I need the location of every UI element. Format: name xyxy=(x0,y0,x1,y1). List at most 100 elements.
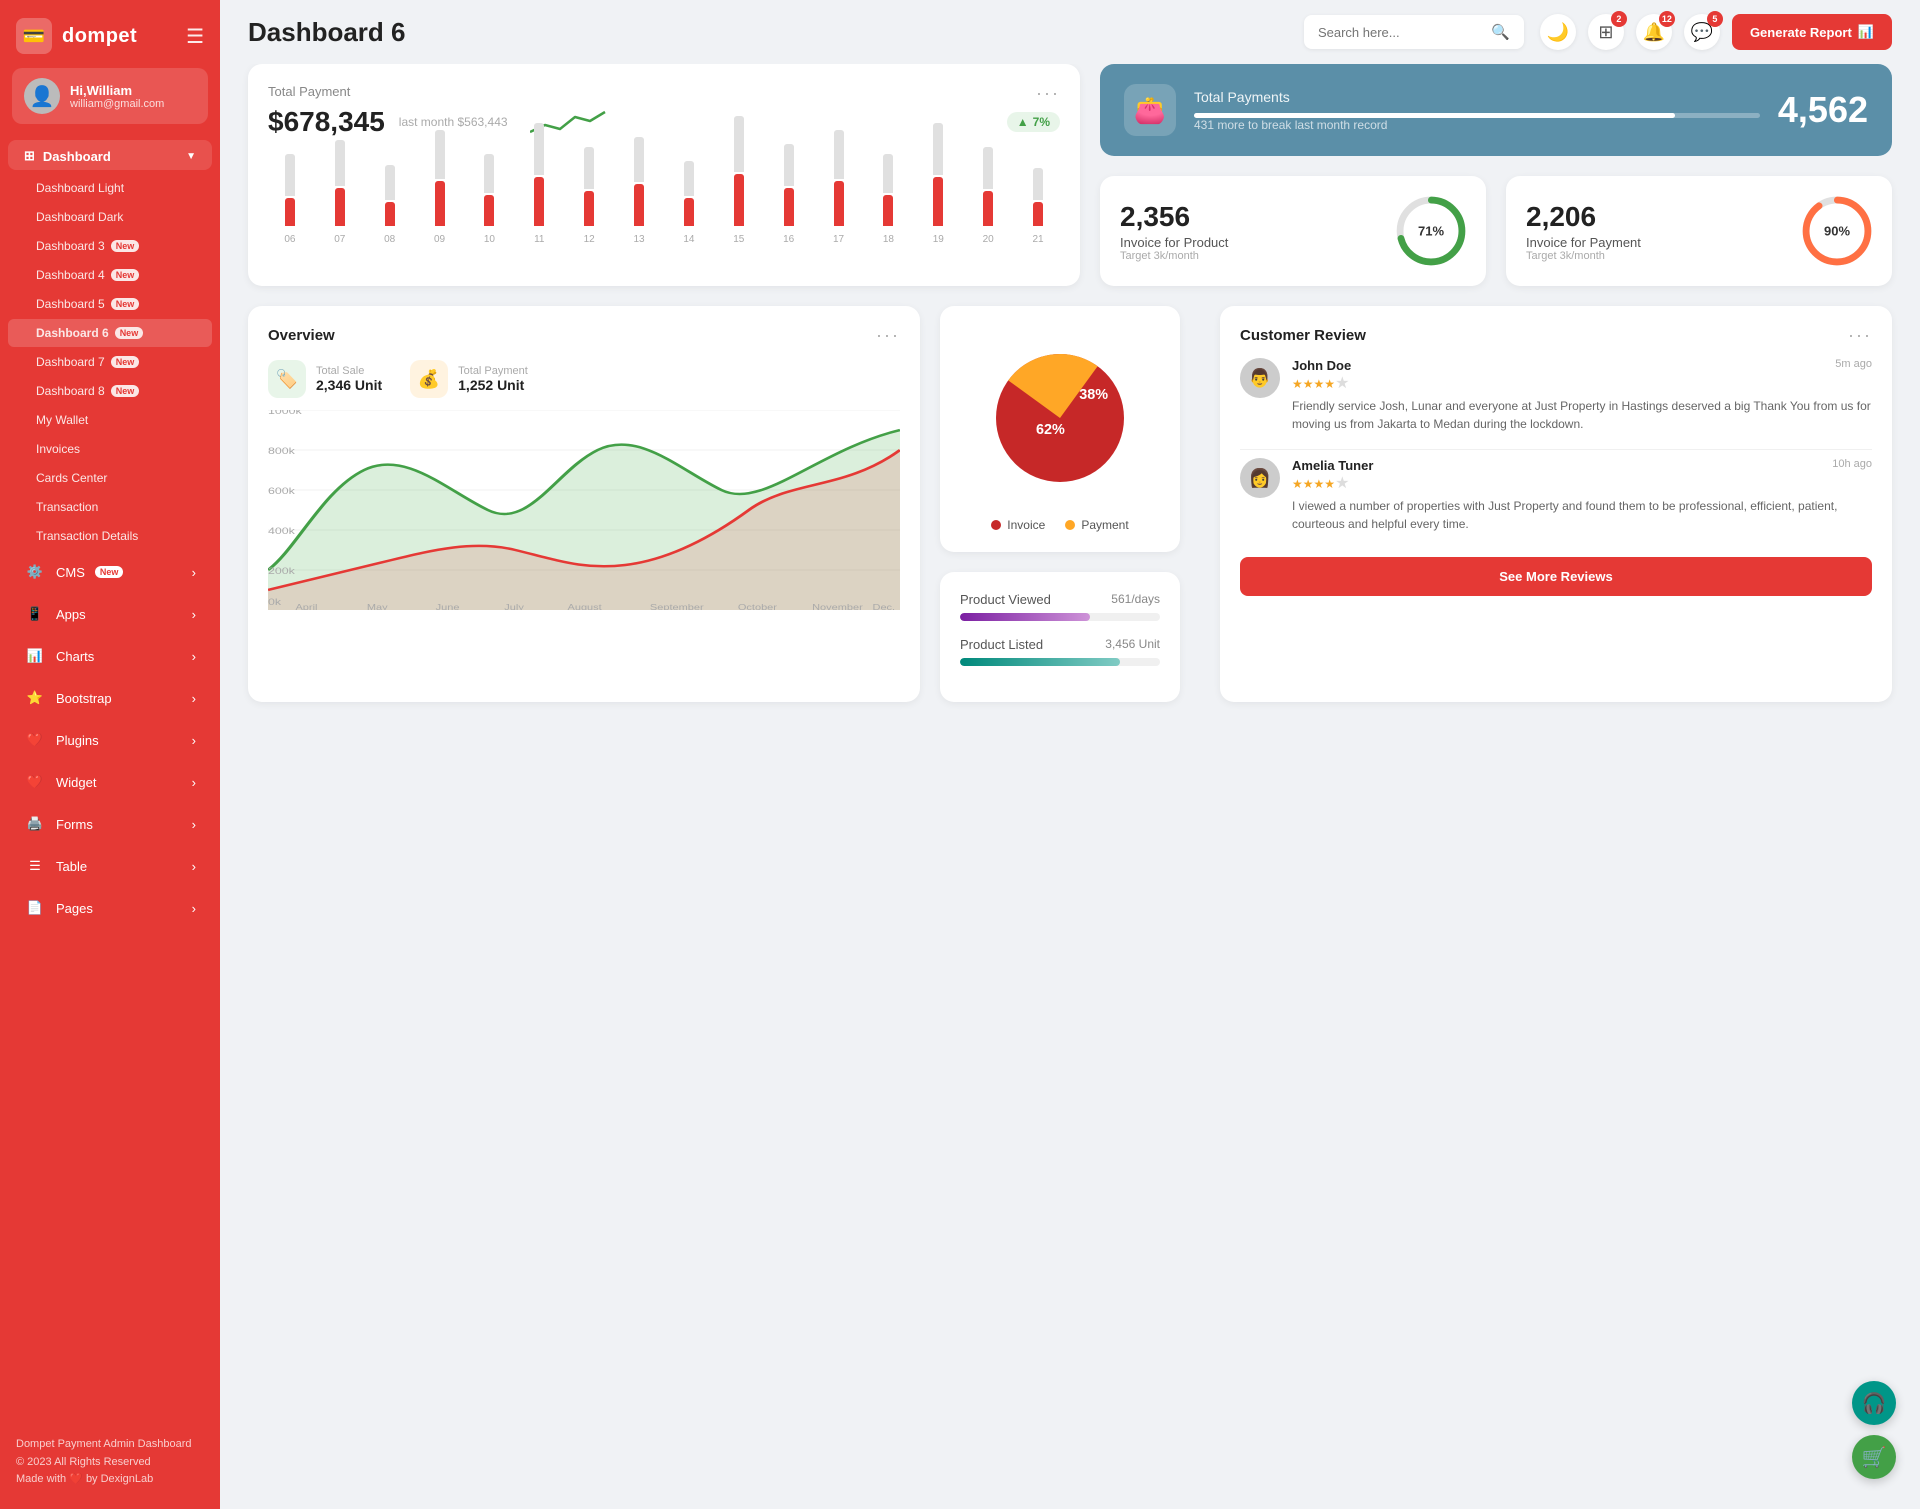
support-float-btn[interactable]: 🎧 xyxy=(1852,1381,1896,1425)
bar-red xyxy=(933,177,943,226)
pages-icon: 📄 xyxy=(24,897,46,919)
bar-label: 19 xyxy=(916,234,960,245)
bar-red xyxy=(634,184,644,226)
sidebar-item-widget[interactable]: ❤️ Widget › xyxy=(8,762,212,802)
sidebar-nav: ⊞ Dashboard ▼ Dashboard LightDashboard D… xyxy=(0,136,220,1420)
review-meta: John Doe 5m ago xyxy=(1292,358,1872,373)
blue-card-number: 4,562 xyxy=(1778,89,1868,131)
pie-chart: 62% 38% xyxy=(980,338,1140,498)
product-listed-value: 3,456 Unit xyxy=(1105,637,1160,652)
nav-label: Dashboard 7 xyxy=(36,355,105,369)
plugins-icon: ❤️ xyxy=(24,729,46,751)
bar-label: 10 xyxy=(468,234,512,245)
svg-text:0k: 0k xyxy=(268,598,282,608)
sidebar-item-dashboard-light[interactable]: Dashboard Light xyxy=(8,174,212,202)
search-input[interactable] xyxy=(1318,25,1483,40)
product-viewed-stat: Product Viewed 561/days xyxy=(960,592,1160,621)
star-empty-icon: ★ xyxy=(1335,475,1349,492)
bar-red xyxy=(335,188,345,227)
bar-gray xyxy=(484,154,494,193)
chevron-right-icon: › xyxy=(192,649,196,664)
nav-main-label: Table xyxy=(56,859,87,874)
bar-label: 08 xyxy=(368,234,412,245)
see-more-label: See More Reviews xyxy=(1499,569,1612,584)
sidebar-item-cards-center[interactable]: Cards Center xyxy=(8,464,212,492)
bar-red xyxy=(883,195,893,227)
sidebar-item-dashboard-dark[interactable]: Dashboard Dark xyxy=(8,203,212,231)
sidebar-item-dashboard-6[interactable]: Dashboard 6New xyxy=(8,319,212,347)
bar-group xyxy=(916,123,960,227)
sidebar-item-table[interactable]: ☰ Table › xyxy=(8,846,212,886)
cart-float-btn[interactable]: 🛒 xyxy=(1852,1435,1896,1479)
footer-line2: © 2023 All Rights Reserved xyxy=(16,1454,204,1472)
total-payment-more-btn[interactable]: ··· xyxy=(1036,84,1060,102)
sidebar-logo: 💳 dompet ☰ xyxy=(0,0,220,68)
notifications-btn[interactable]: 🔔 12 xyxy=(1636,14,1672,50)
sidebar-item-bootstrap[interactable]: ⭐ Bootstrap › xyxy=(8,678,212,718)
dashboard-grid-icon: ⊞ xyxy=(24,148,35,164)
apps-btn[interactable]: ⊞ 2 xyxy=(1588,14,1624,50)
sidebar-item-dashboard-5[interactable]: Dashboard 5New xyxy=(8,290,212,318)
bar-label: 15 xyxy=(717,234,761,245)
sidebar-item-plugins[interactable]: ❤️ Plugins › xyxy=(8,720,212,760)
sidebar-item-apps[interactable]: 📱 Apps › xyxy=(8,594,212,634)
nav-label: Transaction xyxy=(36,500,98,514)
invoice-row: 2,356 Invoice for Product Target 3k/mont… xyxy=(1100,176,1892,286)
review-text: I viewed a number of properties with Jus… xyxy=(1292,497,1872,533)
sidebar-item-cms[interactable]: ⚙️ CMS New › xyxy=(8,552,212,592)
review-items: 👨 John Doe 5m ago ★★★★★ Friendly service… xyxy=(1240,358,1872,533)
nav-label: Dashboard 5 xyxy=(36,297,105,311)
product-viewed-fill xyxy=(960,613,1090,621)
sidebar-item-transaction[interactable]: Transaction xyxy=(8,493,212,521)
bar-red xyxy=(734,174,744,227)
reviewer-name: John Doe xyxy=(1292,358,1351,373)
review-stars: ★★★★★ xyxy=(1292,473,1872,493)
generate-report-button[interactable]: Generate Report 📊 xyxy=(1732,14,1892,50)
sidebar-item-pages[interactable]: 📄 Pages › xyxy=(8,888,212,928)
product-viewed-label: Product Viewed xyxy=(960,592,1051,607)
sidebar-item-transaction-details[interactable]: Transaction Details xyxy=(8,522,212,550)
bar-label: 17 xyxy=(817,234,861,245)
pie-legend: Invoice Payment xyxy=(991,518,1128,532)
review-avatar: 👨 xyxy=(1240,358,1280,398)
footer-line3: Made with ❤️ by DexignLab xyxy=(16,1471,204,1489)
sidebar-item-dashboard-8[interactable]: Dashboard 8New xyxy=(8,377,212,405)
invoice-product-label: Invoice for Product xyxy=(1120,235,1382,250)
svg-text:400k: 400k xyxy=(268,527,295,537)
new-badge: New xyxy=(111,269,140,281)
invoice-payment-label: Invoice for Payment xyxy=(1526,235,1788,250)
bootstrap-icon: ⭐ xyxy=(24,687,46,709)
bar-gray xyxy=(335,140,345,186)
theme-toggle-btn[interactable]: 🌙 xyxy=(1540,14,1576,50)
bar-gray xyxy=(1033,168,1043,200)
sidebar-item-invoices[interactable]: Invoices xyxy=(8,435,212,463)
invoice-payment-pct: 90% xyxy=(1824,224,1850,239)
bar-red xyxy=(484,195,494,227)
review-more-btn[interactable]: ··· xyxy=(1848,326,1872,344)
review-item: 👨 John Doe 5m ago ★★★★★ Friendly service… xyxy=(1240,358,1872,433)
bar-group xyxy=(1016,168,1060,226)
hamburger-icon[interactable]: ☰ xyxy=(186,24,204,49)
sidebar-item-forms[interactable]: 🖨️ Forms › xyxy=(8,804,212,844)
overview-more-btn[interactable]: ··· xyxy=(876,326,900,344)
user-name: Hi,William xyxy=(70,83,164,98)
growth-value: 7% xyxy=(1033,115,1050,129)
middle-col: 62% 38% Invoice Payment xyxy=(940,306,1200,702)
sidebar-item-dashboard-4[interactable]: Dashboard 4New xyxy=(8,261,212,289)
messages-btn[interactable]: 💬 5 xyxy=(1684,14,1720,50)
bar-gray xyxy=(933,123,943,176)
see-more-reviews-button[interactable]: See More Reviews xyxy=(1240,557,1872,596)
sidebar-item-my-wallet[interactable]: My Wallet xyxy=(8,406,212,434)
sidebar-item-charts[interactable]: 📊 Charts › xyxy=(8,636,212,676)
bar-gray xyxy=(385,165,395,200)
bar-label: 16 xyxy=(767,234,811,245)
dashboard-nav-header[interactable]: ⊞ Dashboard ▼ xyxy=(8,140,212,170)
payment-legend: Payment xyxy=(1065,518,1128,532)
sidebar-item-dashboard-3[interactable]: Dashboard 3New xyxy=(8,232,212,260)
blue-card-title: Total Payments xyxy=(1194,89,1760,105)
svg-text:October: October xyxy=(738,603,778,610)
svg-text:Dec.: Dec. xyxy=(873,603,896,610)
review-avatar: 👩 xyxy=(1240,458,1280,498)
star-filled-icon: ★ xyxy=(1324,477,1335,491)
sidebar-item-dashboard-7[interactable]: Dashboard 7New xyxy=(8,348,212,376)
